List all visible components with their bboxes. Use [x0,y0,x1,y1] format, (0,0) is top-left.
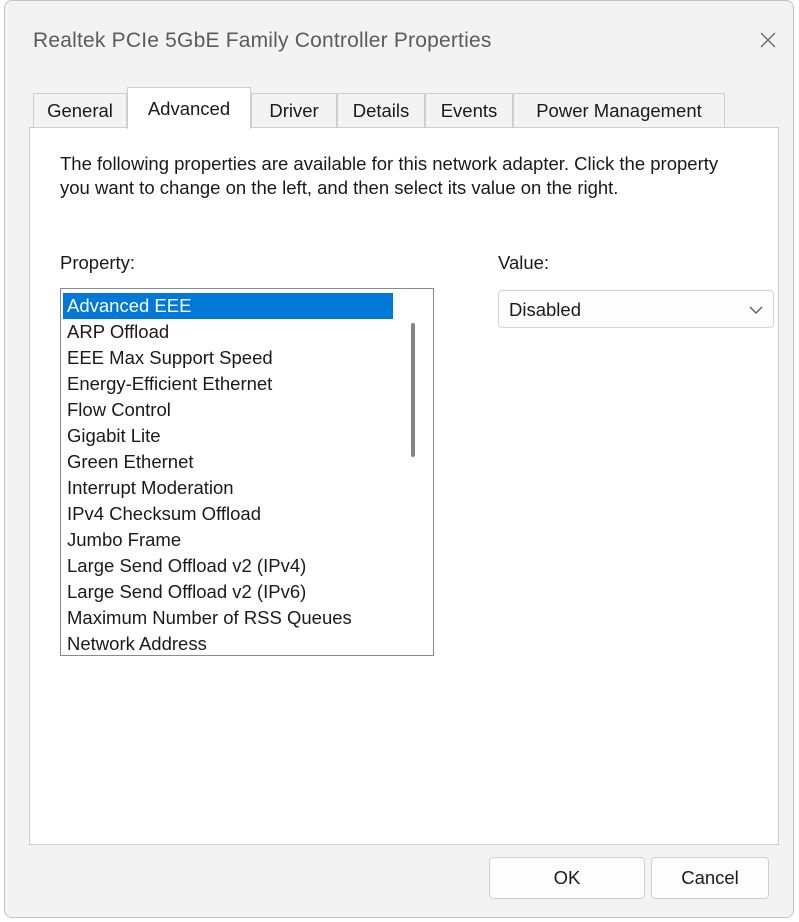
list-item[interactable]: Flow Control [63,397,393,423]
list-item[interactable]: Large Send Offload v2 (IPv6) [63,579,393,605]
tab-driver[interactable]: Driver [251,93,337,127]
chevron-down-icon [749,306,763,314]
tab-label: Events [440,99,498,121]
tab-label: Advanced [147,97,231,119]
tab-events[interactable]: Events [425,93,513,127]
tab-label: Driver [269,99,319,121]
list-item[interactable]: Network Address [63,631,393,655]
description-text: The following properties are available f… [60,153,719,198]
property-list-scrollbar[interactable] [397,289,433,655]
list-item[interactable]: Green Ethernet [63,449,393,475]
list-item[interactable]: ARP Offload [63,319,393,345]
property-label: Property: [60,252,136,273]
close-button[interactable] [745,17,791,63]
list-item[interactable]: Interrupt Moderation [63,475,393,501]
list-item[interactable]: Gigabit Lite [63,423,393,449]
tab-label: General [47,99,113,121]
list-item[interactable]: Jumbo Frame [63,527,393,553]
value-dropdown[interactable]: Disabled [498,290,774,328]
value-dropdown-selected: Disabled [509,299,581,320]
tab-label: Power Management [536,99,702,121]
cancel-button[interactable]: Cancel [651,857,769,899]
close-icon [760,32,776,48]
tab-label: Details [352,99,410,121]
advanced-panel: The following properties are available f… [29,127,779,845]
tab-advanced[interactable]: Advanced [127,87,251,129]
list-item[interactable]: IPv4 Checksum Offload [63,501,393,527]
title-bar: Realtek PCIe 5GbE Family Controller Prop… [5,1,793,81]
tab-general[interactable]: General [33,93,127,127]
list-item[interactable]: Energy-Efficient Ethernet [63,371,393,397]
list-item[interactable]: Large Send Offload v2 (IPv4) [63,553,393,579]
value-label: Value: [498,252,550,273]
property-list[interactable]: Advanced EEE ARP Offload EEE Max Support… [60,288,434,656]
tab-power-management[interactable]: Power Management [513,93,725,127]
window-title: Realtek PCIe 5GbE Family Controller Prop… [33,29,492,52]
tab-strip: General Advanced Driver Details Events P… [33,87,773,129]
properties-dialog: Realtek PCIe 5GbE Family Controller Prop… [4,0,794,918]
tab-details[interactable]: Details [337,93,425,127]
list-item[interactable]: EEE Max Support Speed [63,345,393,371]
list-item[interactable]: Advanced EEE [63,293,393,319]
scrollbar-thumb[interactable] [411,323,415,457]
ok-button[interactable]: OK [489,857,645,899]
list-item[interactable]: Maximum Number of RSS Queues [63,605,393,631]
